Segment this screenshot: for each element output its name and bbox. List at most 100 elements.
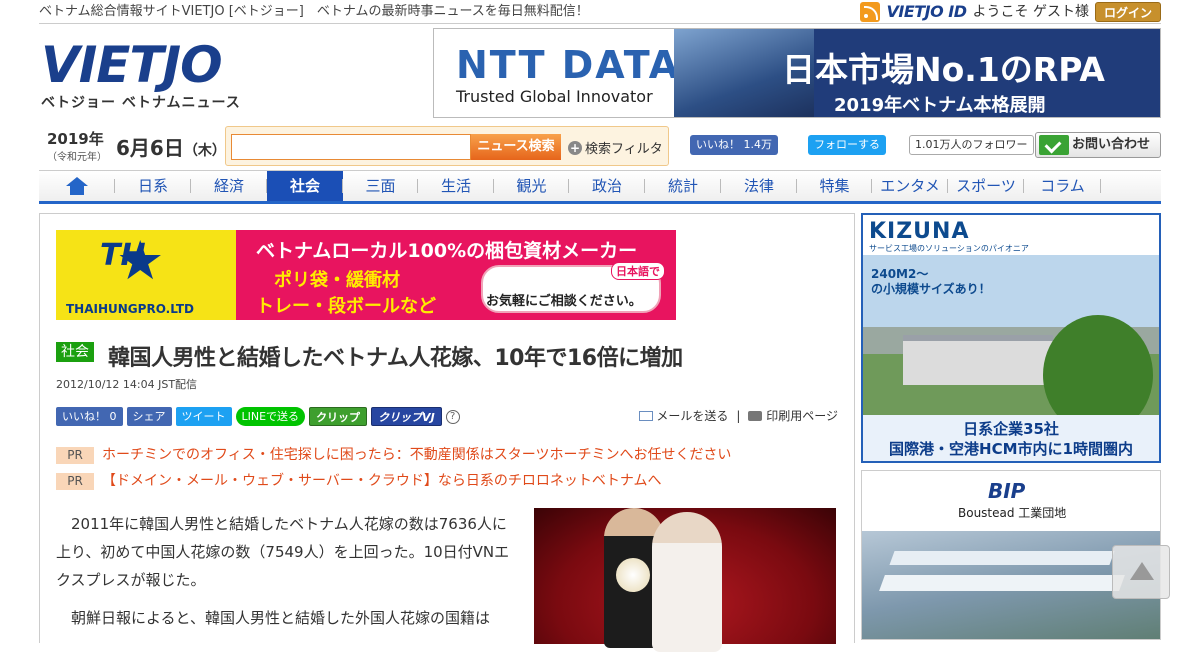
banner-subline: 2019年ベトナム本格展開 [834,95,1046,116]
photo-bouquet [616,558,650,592]
banner-headline: 日本市場No.1のRPA [782,50,1105,89]
ad-line2: トレー・段ボールなど [256,296,436,317]
line-share-button[interactable]: LINEで送る [235,407,306,426]
search-input[interactable] [231,134,471,160]
nav-item[interactable]: 法律 [721,171,797,201]
nav-home[interactable] [39,171,115,201]
share-bar: いいね！ 0 シェア ツイート LINEで送る クリップ クリップVJ ? [56,407,460,426]
ad-brand-mark: TH [100,238,146,273]
article-title: 韓国人男性と結婚したベトナム人花嫁、10年で16倍に増加 [108,346,683,371]
nav-item[interactable]: スポーツ [948,171,1024,201]
top-banner-ad[interactable]: NTT DATA Trusted Global Innovator 日本市場No… [433,28,1161,118]
nav-item[interactable]: 生活 [418,171,494,201]
nav-item[interactable]: 観光 [494,171,569,201]
main-nav: 日系 経済 社会 三面 生活 観光 政治 統計 法律 特集 エンタメ スポーツ コラム [39,170,1161,204]
kizuna-size-text: 240M2～ の小規模サイズあり！ [871,267,991,297]
article-column: ★ TH THAIHUNGPRO.LTD ベトナムローカル100%の梱包資材メー… [39,213,855,652]
mail-print-links: メールを送る | 印刷用ページ [638,407,838,424]
pr-text: 【ドメイン・メール・ウェブ・サーバー・クラウド】なら日系のチロロネットベトナムへ [102,473,662,489]
logo-subtitle: ベトジョー ベトナムニュース [41,95,241,111]
search-filter-label: 検索フィルタ [585,142,663,157]
clip-button[interactable]: クリップ [309,407,368,426]
nav-item[interactable]: 三面 [343,171,418,201]
nav-item[interactable]: 政治 [569,171,645,201]
bip-logo: BIP [988,479,1026,503]
mail-link-label: メールを送る [656,409,729,423]
check-mail-icon [1039,135,1069,155]
plus-icon: + [568,140,582,155]
top-bar: ベトナム総合情報サイトVIETJO [ベトジョー] ベトナムの最新時事ニュースを… [39,0,1161,24]
search-box: ニュース検索 + 検索フィルタ [225,126,669,166]
fb-share-button[interactable]: シェア [126,407,172,426]
packaging-ad-banner[interactable]: ★ TH THAIHUNGPRO.LTD ベトナムローカル100%の梱包資材メー… [56,230,676,320]
nav-item[interactable]: 特集 [797,171,872,201]
pr-link[interactable]: PR 【ドメイン・メール・ウェブ・サーバー・クラウド】なら日系のチロロネットベトナ… [56,470,661,490]
date-era: （令和元年） [47,152,107,163]
login-button[interactable]: ログイン [1094,2,1161,22]
nav-item[interactable]: 社会 [267,171,343,201]
contact-button[interactable]: お問い合わせ [1035,132,1161,158]
twitter-follow-button[interactable]: フォローする [808,135,886,155]
vietjo-id-logo[interactable]: VIETJO ID [886,0,967,24]
article-paragraph: 2011年に韓国人男性と結婚したベトナム人花嫁の数は7636人に上り、初めて中国… [56,515,510,589]
facebook-like-button[interactable]: いいね！ 1.4万 [690,135,778,155]
pr-badge: PR [56,473,94,490]
fb-like-button[interactable]: いいね！ 0 [56,407,123,426]
kizuna-tagline: サービス工場のソリューションのパイオニア [869,244,1029,253]
factory-building [903,335,1053,385]
search-filter-toggle[interactable]: + 検索フィルタ [568,138,663,157]
kizuna-size-2: の小規模サイズあり！ [871,282,991,296]
date-weekday: （木） [183,143,226,159]
nav-item[interactable]: 統計 [645,171,721,201]
scroll-to-top-button[interactable] [1112,545,1170,599]
page: ベトナム総合情報サイトVIETJO [ベトジョー] ベトナムの最新時事ニュースを… [39,0,1161,652]
mail-link[interactable]: メールを送る [638,407,729,424]
banner-brand: NTT DATA [456,43,681,87]
kizuna-size-1: 240M2～ [871,267,929,281]
ad-bubble-tag: 日本語で [611,262,665,280]
printer-icon [748,411,763,421]
ad-headline: ベトナムローカル100%の梱包資材メーカー [256,240,638,262]
nav-item[interactable]: エンタメ [872,171,948,201]
nav-item[interactable]: 日系 [115,171,191,201]
rss-icon[interactable] [860,2,881,22]
contact-label: お問い合わせ [1072,137,1151,152]
kizuna-foot-2: 国際港・空港HCM市内に1時間圏内 [889,440,1133,458]
print-link[interactable]: 印刷用ページ [748,407,838,424]
welcome-text: ようこそ ゲスト様 [972,4,1089,20]
ad-brand-name: THAIHUNGPRO.LTD [66,302,194,316]
separator: | [736,408,741,423]
logo-text: VIETJO [41,36,223,94]
kizuna-logo: KIZUNA [869,219,970,244]
date-year: 2019年 [47,130,104,148]
kizuna-footer: 日系企業35社 国際港・空港HCM市内に1時間圏内 [863,415,1159,461]
wedding-photo [534,508,836,652]
envelope-icon [638,411,653,421]
twitter-follower-count: 1.01万人のフォロワー [909,135,1034,155]
top-bar-right: VIETJO ID ようこそ ゲスト様 ログイン [860,1,1161,23]
boustead-name: Boustead 工業団地 [958,506,1067,520]
pr-text: ホーチミンでのオフィス・住宅探しに困ったら：不動産関係はスターツホーチミンへお任… [102,447,732,463]
park-roof [889,551,1115,565]
article-body: 2011年に韓国人男性と結婚したベトナム人花嫁の数は7636人に上り、初めて中国… [56,510,516,642]
photo-bride [652,512,722,652]
article-date: 2012/10/12 14:04 JST配信 [56,378,198,391]
article-category-badge[interactable]: 社会 [56,342,94,362]
search-button[interactable]: ニュース検索 [471,134,561,160]
nav-item[interactable]: 経済 [191,171,267,201]
print-link-label: 印刷用ページ [766,409,838,423]
date-day: 6月6日（木） [116,132,226,161]
tweet-button[interactable]: ツイート [175,407,232,426]
banner-slogan: Trusted Global Innovator [456,87,653,106]
utility-row: 2019年 （令和元年） 6月6日（木） ニュース検索 + 検索フィルタ いいね！… [39,124,1161,168]
help-icon[interactable]: ? [445,409,460,424]
ad-bubble-text: お気軽にご相談ください。 [486,294,642,309]
ad-line1: ポリ袋・緩衝材 [274,270,400,291]
nav-item[interactable]: コラム [1024,171,1101,201]
kizuna-side-ad[interactable]: KIZUNA サービス工場のソリューションのパイオニア 240M2～ の小規模サイ… [861,213,1161,463]
pr-link[interactable]: PR ホーチミンでのオフィス・住宅探しに困ったら：不動産関係はスターツホーチミンへ… [56,444,731,464]
date-day-text: 6月6日 [116,136,184,160]
site-logo[interactable]: VIETJO ベトジョー ベトナムニュース [41,40,241,112]
clip-vj-button[interactable]: クリップVJ [371,407,442,426]
home-icon [66,177,88,195]
